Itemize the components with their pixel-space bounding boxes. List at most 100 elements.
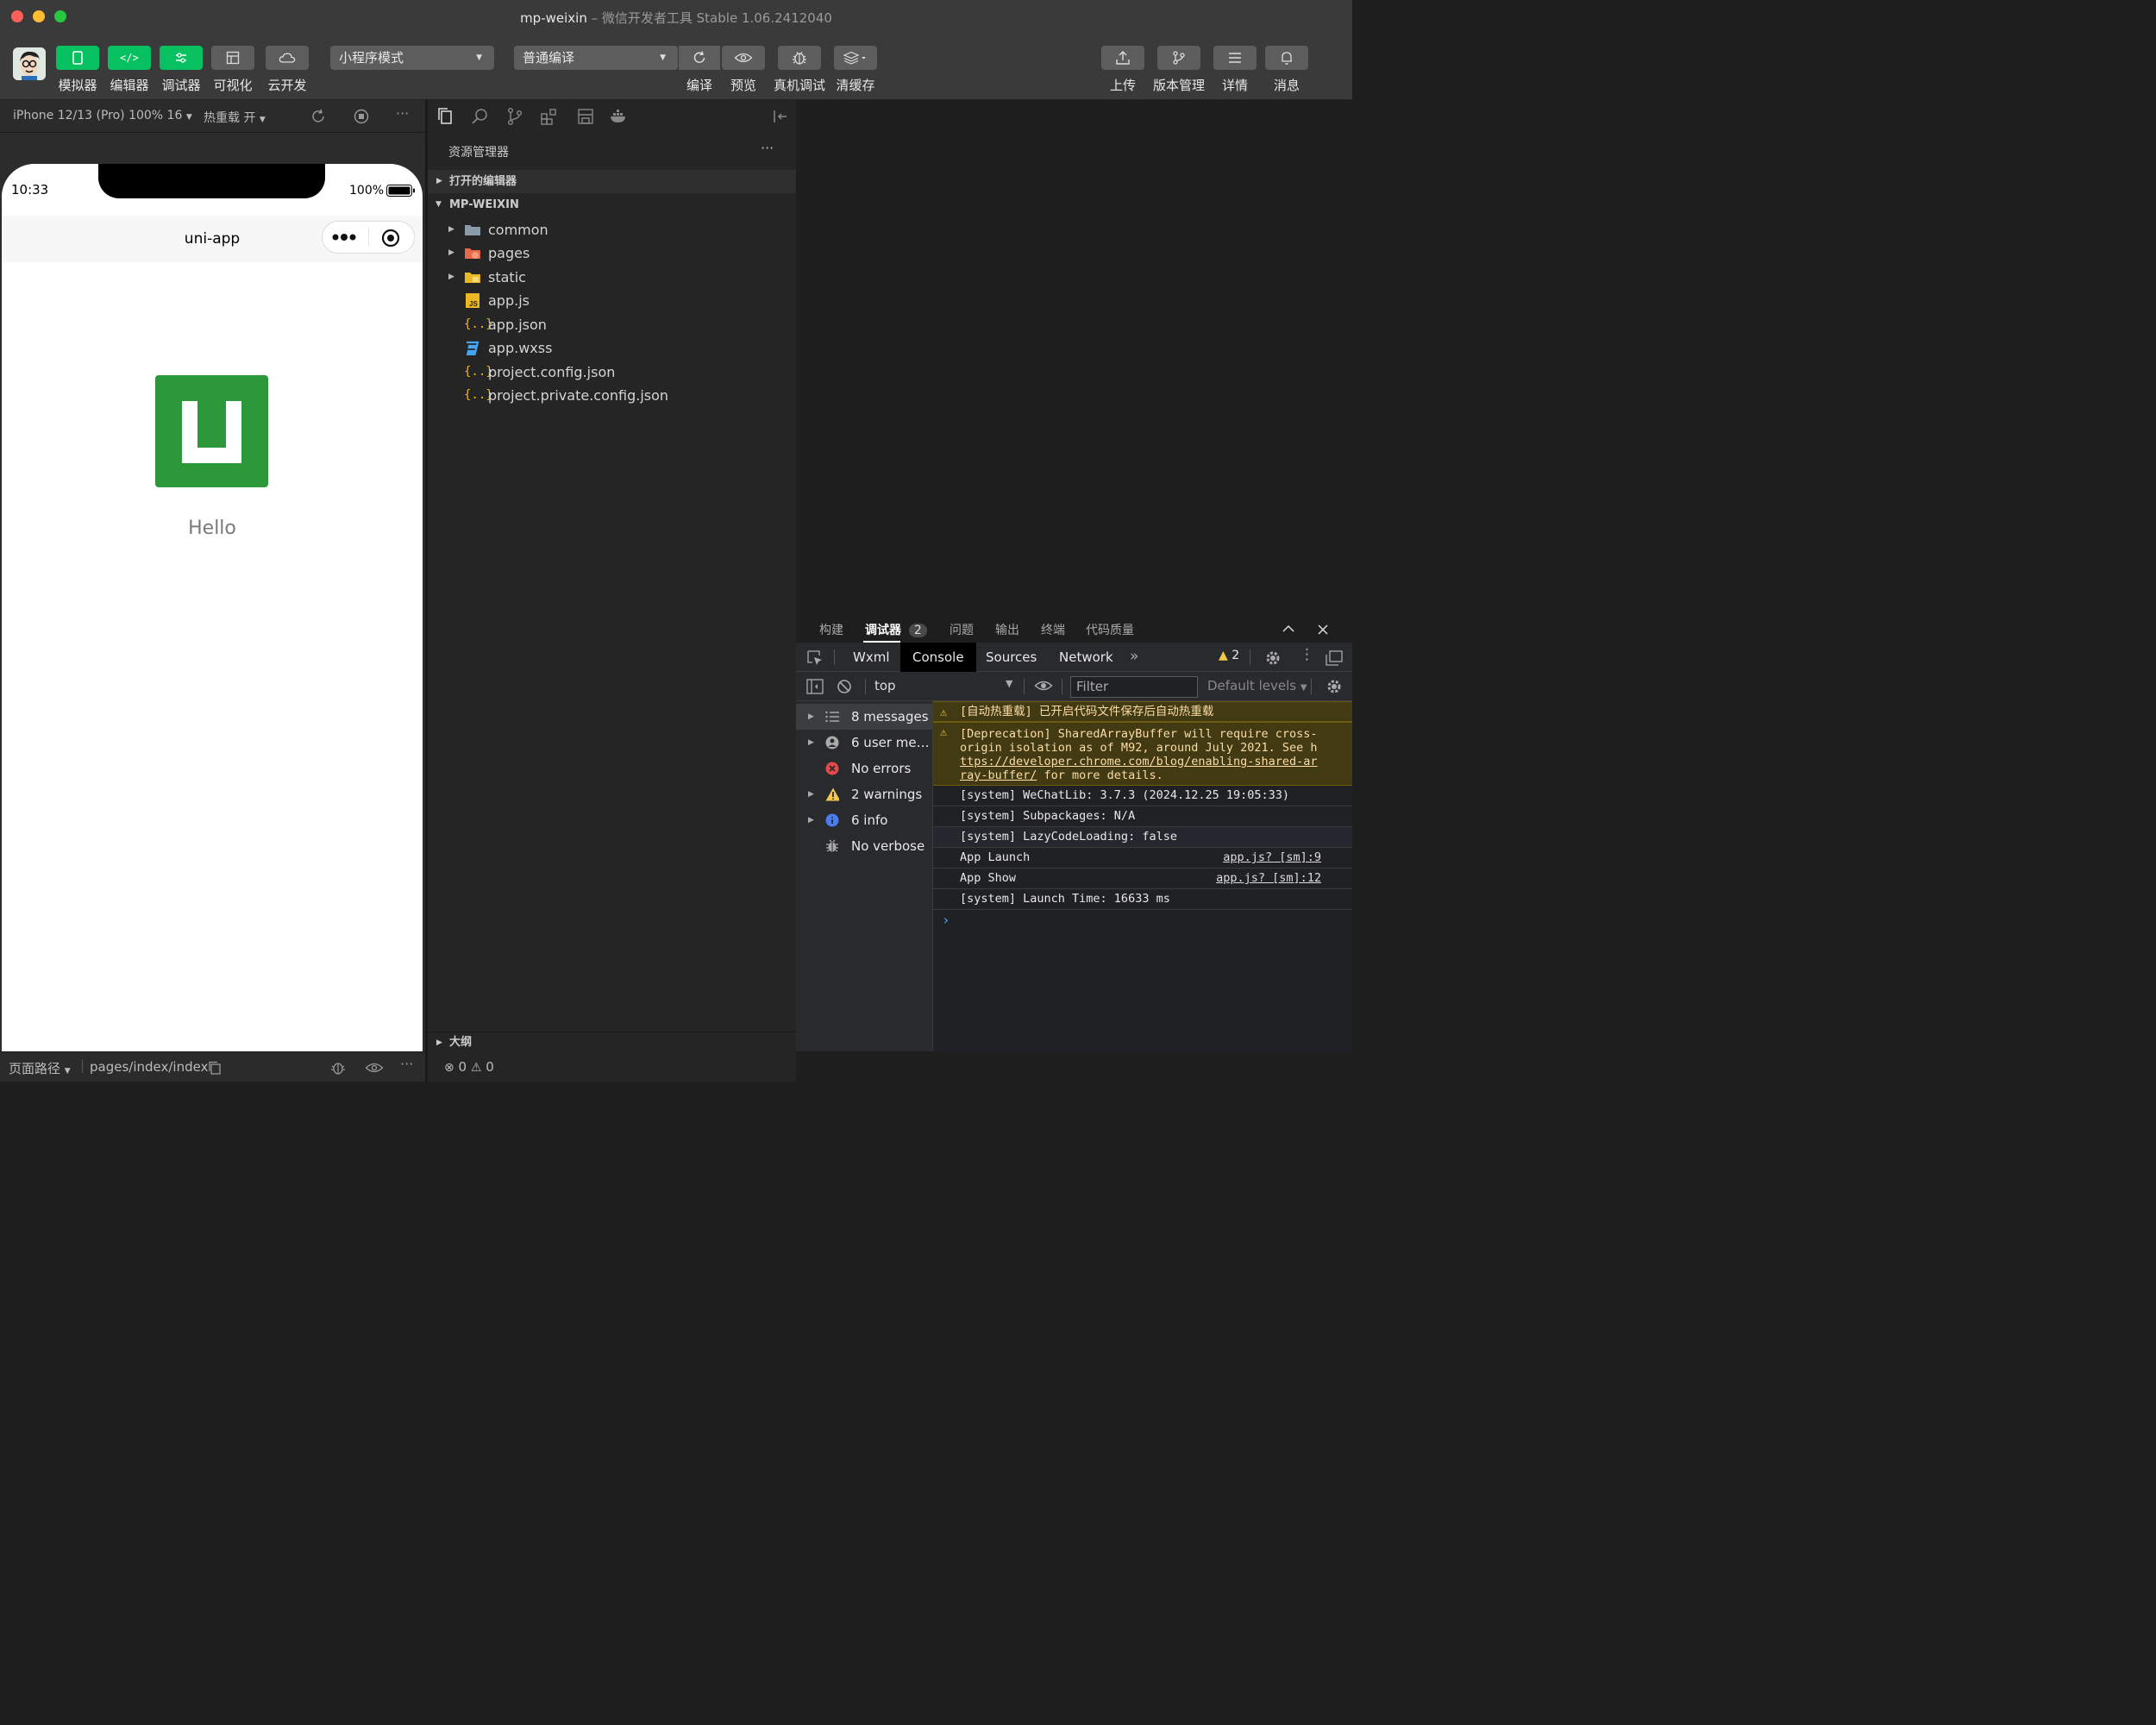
stop-icon[interactable] xyxy=(354,109,369,124)
clear-cache-button[interactable] xyxy=(834,46,877,70)
filter-input[interactable]: Filter xyxy=(1070,676,1198,698)
compile-button[interactable] xyxy=(679,46,720,70)
warnings-counter[interactable]: ▲ 2 xyxy=(1219,649,1239,662)
log-source-link[interactable]: app.js? [sm]:12 xyxy=(1216,869,1321,888)
compile-mode-select[interactable]: 普通编译 ▼ xyxy=(514,46,678,70)
tree-file-app-json[interactable]: {..} app.json xyxy=(428,313,796,336)
deprecation-link[interactable]: ttps://developer.chrome.com/blog/enablin… xyxy=(960,755,1318,768)
eye-icon[interactable] xyxy=(365,1062,384,1074)
collapse-panel-icon[interactable] xyxy=(771,107,790,126)
avatar[interactable] xyxy=(13,47,46,80)
device-select[interactable]: iPhone 12/13 (Pro) 100% 16 ▼ xyxy=(13,109,192,122)
tab-debugger-label: 调试器 xyxy=(865,624,901,637)
errors-status[interactable]: ⊗ 0 ⚠ 0 xyxy=(444,1052,494,1082)
hot-reload-select[interactable]: 热重载 开 ▼ xyxy=(204,109,266,126)
more-icon[interactable]: ··· xyxy=(396,105,409,122)
devtab-wxml[interactable]: Wxml xyxy=(841,643,902,672)
sidebar-messages[interactable]: ▶ 8 messages xyxy=(796,704,933,730)
tree-file-project-private-config[interactable]: {..} project.private.config.json xyxy=(428,384,796,407)
clear-console-icon[interactable] xyxy=(837,679,852,694)
context-select[interactable]: top xyxy=(874,678,896,693)
eye-icon[interactable] xyxy=(1034,680,1053,692)
deprecation-link[interactable]: ray-buffer/ xyxy=(960,768,1037,782)
upload-button[interactable] xyxy=(1101,46,1144,70)
static-folder-icon xyxy=(465,273,480,283)
details-button[interactable] xyxy=(1213,46,1257,70)
more-tabs-icon[interactable]: » xyxy=(1130,648,1138,665)
json-file-icon: {..} xyxy=(464,365,493,379)
sidebar-info[interactable]: ▶ 6 info xyxy=(796,807,933,833)
extensions-icon[interactable] xyxy=(540,107,559,126)
files-icon[interactable] xyxy=(436,107,455,126)
editor-toggle-button[interactable]: </> xyxy=(108,46,151,70)
remote-debug-button[interactable] xyxy=(778,46,821,70)
simulator-toggle-button[interactable] xyxy=(56,46,99,70)
kebab-menu-icon[interactable]: ⋮ xyxy=(1300,646,1314,663)
tab-problems[interactable]: 问题 xyxy=(950,621,974,638)
more-icon[interactable]: ··· xyxy=(761,140,774,156)
tab-output[interactable]: 输出 xyxy=(995,621,1019,638)
tab-terminal[interactable]: 终端 xyxy=(1041,621,1065,638)
tab-code-quality[interactable]: 代码质量 xyxy=(1086,621,1134,638)
storage-icon[interactable] xyxy=(576,107,595,126)
tree-file-app-js[interactable]: JS app.js xyxy=(428,289,796,312)
close-mini-program-icon[interactable] xyxy=(381,229,400,248)
minimize-window-button[interactable] xyxy=(33,10,45,22)
console-settings-gear-icon[interactable] xyxy=(1326,678,1343,695)
source-control-icon[interactable] xyxy=(505,107,524,126)
sidebar-warnings[interactable]: ▶ 2 warnings xyxy=(796,781,933,807)
tab-debugger[interactable]: 调试器 2 xyxy=(865,621,927,638)
maximize-window-button[interactable] xyxy=(54,10,66,22)
copy-icon[interactable] xyxy=(208,1061,222,1075)
page-path-select[interactable]: 页面路径 ▼ xyxy=(9,1059,71,1077)
sidebar-user-messages[interactable]: ▶ 6 user mes… xyxy=(796,730,933,756)
chevron-up-icon[interactable] xyxy=(1282,624,1295,634)
log-levels-select[interactable]: Default levels ▼ xyxy=(1207,678,1307,693)
bug-icon[interactable] xyxy=(329,1060,347,1076)
preview-button[interactable] xyxy=(722,46,765,70)
close-icon[interactable] xyxy=(1317,624,1329,636)
sidebar-toggle-icon[interactable] xyxy=(806,679,824,694)
bug-icon xyxy=(826,839,838,852)
gear-icon[interactable] xyxy=(1264,649,1282,667)
visual-toggle-button[interactable] xyxy=(211,46,254,70)
console-prompt[interactable]: › xyxy=(942,912,950,928)
tab-build[interactable]: 构建 xyxy=(819,621,843,638)
battery-icon xyxy=(386,185,415,197)
rotate-icon[interactable] xyxy=(310,109,326,124)
devtab-console[interactable]: Console xyxy=(900,643,976,672)
docker-icon[interactable] xyxy=(609,107,628,126)
tree-folder-pages[interactable]: ▶ pages xyxy=(428,242,796,265)
log-source-link[interactable]: app.js? [sm]:9 xyxy=(1223,848,1321,868)
debugger-toggle-button[interactable] xyxy=(160,46,203,70)
tree-file-app-wxss[interactable]: app.wxss xyxy=(428,336,796,360)
tree-item-name: project.config.json xyxy=(488,364,616,380)
json-file-icon: {..} xyxy=(464,388,493,402)
mode-select[interactable]: 小程序模式 ▼ xyxy=(330,46,494,70)
search-icon[interactable] xyxy=(471,107,490,126)
devtab-sources[interactable]: Sources xyxy=(974,643,1049,672)
messages-button[interactable] xyxy=(1265,46,1308,70)
inspect-element-icon[interactable] xyxy=(806,649,824,667)
tree-folder-static[interactable]: ▶ static xyxy=(428,266,796,289)
more-icon[interactable]: ··· xyxy=(400,1056,413,1072)
chevron-right-icon: ▶ xyxy=(808,816,814,825)
tree-file-project-config[interactable]: {..} project.config.json xyxy=(428,361,796,384)
project-section[interactable]: ▼ MP-WEIXIN xyxy=(428,193,796,216)
phone-screen[interactable]: 10:33 100% uni-app Hello xyxy=(2,164,423,1052)
devtab-network[interactable]: Network xyxy=(1047,643,1125,672)
log-text: [自动热重载] 已开启代码文件保存后自动热重载 xyxy=(960,705,1214,718)
undock-icon[interactable] xyxy=(1325,649,1344,667)
open-editors-section[interactable]: ▶ 打开的编辑器 xyxy=(428,170,796,193)
tree-item-name: app.json xyxy=(488,317,547,333)
more-dots-icon[interactable] xyxy=(332,233,358,242)
sidebar-errors[interactable]: No errors xyxy=(796,756,933,781)
tree-folder-common[interactable]: ▶ common xyxy=(428,218,796,242)
sidebar-verbose[interactable]: No verbose xyxy=(796,833,933,859)
window-title: mp-weixin – 微信开发者工具 Stable 1.06.2412040 xyxy=(520,9,832,26)
close-window-button[interactable] xyxy=(11,10,23,22)
outline-section[interactable]: ▶ 大纲 xyxy=(428,1032,796,1052)
cloud-dev-button[interactable] xyxy=(266,46,309,70)
version-control-button[interactable] xyxy=(1157,46,1200,70)
log-row-warning: ⚠ [Deprecation] SharedArrayBuffer will r… xyxy=(933,722,1352,786)
